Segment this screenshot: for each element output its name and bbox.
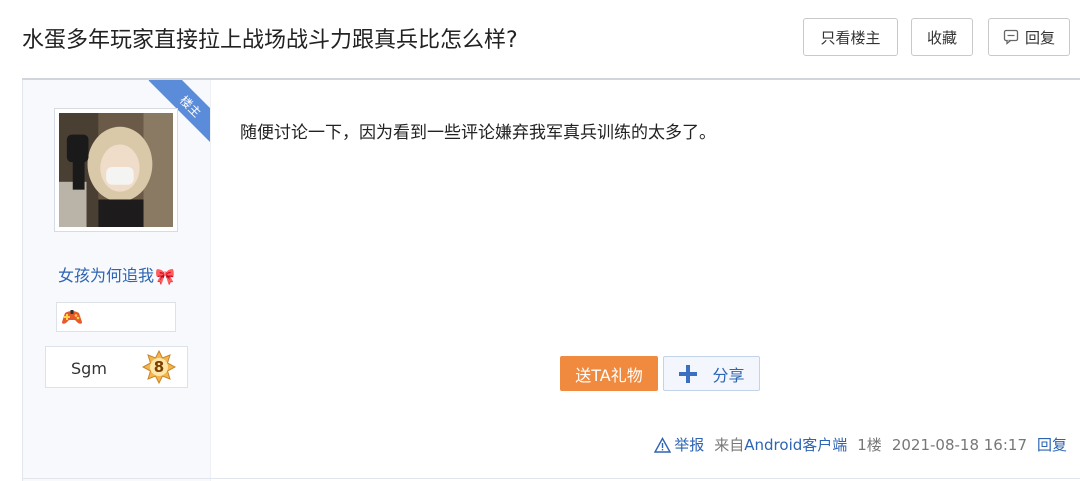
post-bottom-divider xyxy=(22,478,1080,479)
level-title: Sgm xyxy=(71,359,107,378)
share-label: 分享 xyxy=(712,365,745,385)
reply-link[interactable]: 回复 xyxy=(1037,434,1067,455)
send-gift-button[interactable]: 送TA礼物 xyxy=(560,356,658,391)
username-link[interactable]: 女孩为何追我🎀 xyxy=(23,262,210,286)
source-prefix: 来自 xyxy=(714,436,745,454)
plus-icon xyxy=(678,364,698,384)
post-floor-1: 楼主 女孩为何追我🎀 Sgm 8 随便讨论一下，因为看到一些评论嫌弃我军真兵训练… xyxy=(22,80,1080,481)
level-number: 8 xyxy=(153,358,165,376)
level-box: Sgm 8 xyxy=(45,346,188,388)
gamepad-icon[interactable] xyxy=(61,308,83,330)
only-op-button[interactable]: 只看楼主 xyxy=(803,18,898,56)
warning-icon xyxy=(654,436,672,453)
ribbon-icon: 🎀 xyxy=(155,267,175,286)
floor-number: 1楼 xyxy=(857,436,882,454)
avatar-image xyxy=(59,113,173,227)
reply-label: 回复 xyxy=(1024,28,1055,47)
favorite-button[interactable]: 收藏 xyxy=(911,18,973,56)
post-footer: 举报 来自 Android客户端 1楼 2021-08-18 16:17 回复 xyxy=(654,434,1067,455)
avatar[interactable] xyxy=(54,108,178,232)
post-content: 随便讨论一下，因为看到一些评论嫌弃我军真兵训练的太多了。 xyxy=(240,123,716,143)
reply-button[interactable]: 回复 xyxy=(988,18,1070,56)
thread-title: 水蛋多年玩家直接拉上战场战斗力跟真兵比怎么样? xyxy=(22,28,518,53)
report-link[interactable]: 举报 xyxy=(674,434,704,455)
badge-box xyxy=(56,302,176,332)
author-sidebar: 楼主 女孩为何追我🎀 Sgm 8 xyxy=(23,80,211,481)
share-button[interactable]: 分享 xyxy=(663,356,760,391)
username: 女孩为何追我 xyxy=(58,266,155,285)
client-link[interactable]: Android客户端 xyxy=(744,434,847,455)
comment-icon xyxy=(1003,29,1019,45)
post-timestamp: 2021-08-18 16:17 xyxy=(891,435,1027,454)
